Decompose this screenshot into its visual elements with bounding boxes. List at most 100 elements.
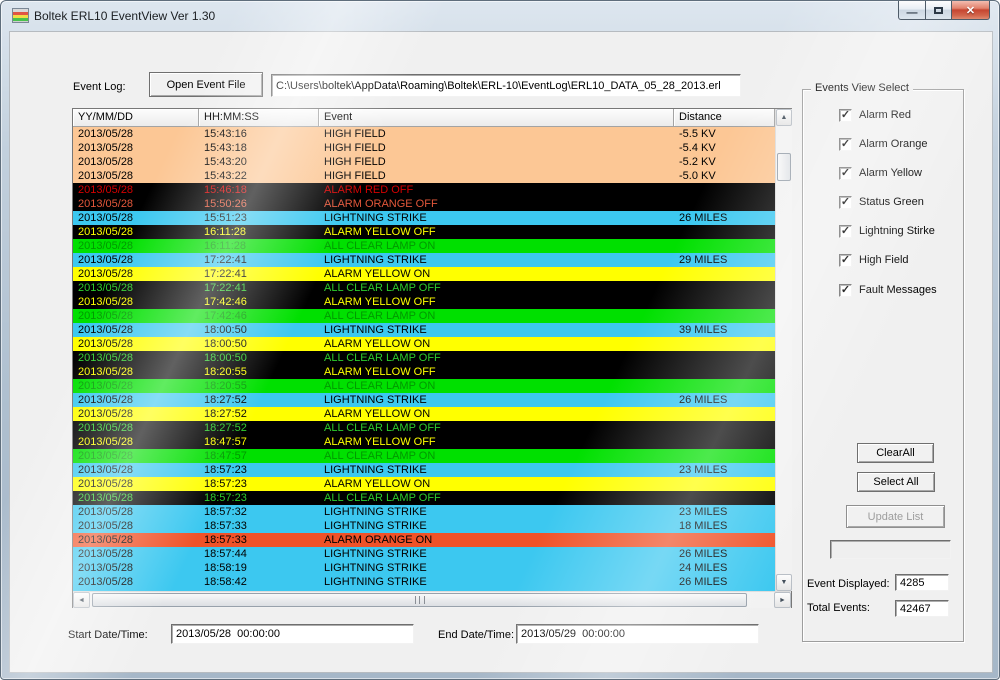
event-row[interactable]: 2013/05/2815:50:26ALARM ORANGE OFF: [73, 197, 775, 211]
cell-date: 2013/05/28: [73, 435, 199, 449]
cell-date: 2013/05/28: [73, 533, 199, 547]
cell-distance: 26 MILES: [674, 211, 775, 225]
open-event-file-button[interactable]: Open Event File: [149, 72, 263, 97]
event-displayed-label: Event Displayed:: [807, 578, 890, 590]
column-header-event[interactable]: Event: [319, 109, 674, 127]
maximize-button[interactable]: [926, 1, 952, 20]
event-row[interactable]: 2013/05/2818:20:55ALL CLEAR LAMP ON: [73, 379, 775, 393]
cell-distance: 23 MILES: [674, 505, 775, 519]
vertical-scrollbar[interactable]: ▲ ▼: [775, 109, 792, 591]
file-path-input[interactable]: C:\Users\boltek\AppData\Roaming\Boltek\E…: [271, 74, 741, 97]
event-row[interactable]: 2013/05/2817:22:41ALL CLEAR LAMP OFF: [73, 281, 775, 295]
cell-date: 2013/05/28: [73, 547, 199, 561]
event-row[interactable]: 2013/05/2816:11:28ALARM YELLOW OFF: [73, 225, 775, 239]
horizontal-scroll-thumb[interactable]: [92, 593, 747, 607]
checkbox-icon: ✓: [839, 254, 852, 267]
end-datetime-input[interactable]: 2013/05/29 00:00:00: [516, 624, 759, 644]
event-row[interactable]: 2013/05/2818:27:52LIGHTNING STRIKE26 MIL…: [73, 393, 775, 407]
checkbox-fault-messages[interactable]: ✓ Fault Messages: [839, 283, 937, 297]
event-row[interactable]: 2013/05/2815:46:18ALARM RED OFF: [73, 183, 775, 197]
event-row[interactable]: 2013/05/2817:42:46ALARM YELLOW OFF: [73, 295, 775, 309]
scroll-down-icon[interactable]: ▼: [776, 574, 792, 591]
vertical-scroll-thumb[interactable]: [777, 153, 791, 181]
event-row[interactable]: 2013/05/2818:47:57ALARM YELLOW OFF: [73, 435, 775, 449]
cell-distance: [674, 281, 775, 295]
checkbox-lightning-strike[interactable]: ✓ Lightning Stirke: [839, 224, 935, 238]
clear-all-button[interactable]: ClearAll: [857, 443, 934, 463]
event-row[interactable]: 2013/05/2816:11:28ALL CLEAR LAMP ON: [73, 239, 775, 253]
cell-event: ALARM YELLOW ON: [319, 267, 674, 281]
checkbox-alarm-red[interactable]: ✓ Alarm Red: [839, 108, 911, 122]
cell-time: 18:00:50: [199, 337, 319, 351]
cell-time: 17:22:41: [199, 281, 319, 295]
titlebar[interactable]: Boltek ERL10 EventView Ver 1.30 — ✕: [1, 1, 999, 31]
cell-distance: [674, 421, 775, 435]
scroll-up-icon[interactable]: ▲: [776, 109, 792, 126]
column-header-distance[interactable]: Distance: [674, 109, 775, 127]
event-row[interactable]: 2013/05/2817:42:46ALL CLEAR LAMP ON: [73, 309, 775, 323]
cell-time: 18:57:23: [199, 463, 319, 477]
event-row[interactable]: 2013/05/2818:47:57ALL CLEAR LAMP ON: [73, 449, 775, 463]
cell-time: 17:22:41: [199, 253, 319, 267]
cell-time: 18:58:42: [199, 575, 319, 589]
event-row[interactable]: 2013/05/2818:27:52ALARM YELLOW ON: [73, 407, 775, 421]
cell-distance: [674, 351, 775, 365]
event-row[interactable]: 2013/05/2818:00:50ALL CLEAR LAMP OFF: [73, 351, 775, 365]
event-row[interactable]: 2013/05/2817:22:41LIGHTNING STRIKE29 MIL…: [73, 253, 775, 267]
event-row[interactable]: 2013/05/2818:00:50ALARM YELLOW ON: [73, 337, 775, 351]
cell-distance: [674, 239, 775, 253]
event-row[interactable]: 2013/05/2818:57:33ALARM ORANGE ON: [73, 533, 775, 547]
cell-distance: [674, 407, 775, 421]
cell-date: 2013/05/28: [73, 519, 199, 533]
app-root: Boltek ERL10 EventView Ver 1.30 — ✕ Even…: [0, 0, 1000, 680]
status-box: [830, 540, 951, 559]
event-row[interactable]: 2013/05/2818:57:33LIGHTNING STRIKE18 MIL…: [73, 519, 775, 533]
minimize-icon: —: [907, 10, 918, 16]
cell-event: ALARM ORANGE ON: [319, 533, 674, 547]
start-datetime-input[interactable]: 2013/05/28 00:00:00: [171, 624, 414, 644]
cell-date: 2013/05/28: [73, 505, 199, 519]
group-title: Events View Select: [811, 82, 913, 94]
event-row[interactable]: 2013/05/2815:51:23LIGHTNING STRIKE26 MIL…: [73, 211, 775, 225]
cell-event: ALARM YELLOW ON: [319, 337, 674, 351]
event-row[interactable]: 2013/05/2815:43:22HIGH FIELD-5.0 KV: [73, 169, 775, 183]
cell-date: 2013/05/28: [73, 127, 199, 141]
checkbox-high-field[interactable]: ✓ High Field: [839, 253, 909, 267]
cell-time: 18:27:52: [199, 407, 319, 421]
cell-distance: [674, 435, 775, 449]
event-row[interactable]: 2013/05/2818:20:55ALARM YELLOW OFF: [73, 365, 775, 379]
close-button[interactable]: ✕: [952, 1, 990, 20]
select-all-button[interactable]: Select All: [857, 472, 935, 492]
event-row[interactable]: 2013/05/2818:57:44LIGHTNING STRIKE26 MIL…: [73, 547, 775, 561]
cell-date: 2013/05/28: [73, 155, 199, 169]
cell-time: 18:27:52: [199, 393, 319, 407]
event-log-label: Event Log:: [73, 81, 126, 93]
event-row[interactable]: 2013/05/2818:00:50LIGHTNING STRIKE39 MIL…: [73, 323, 775, 337]
minimize-button[interactable]: —: [898, 1, 926, 20]
scroll-left-icon[interactable]: ◄: [73, 592, 90, 608]
event-row[interactable]: 2013/05/2818:57:23ALARM YELLOW ON: [73, 477, 775, 491]
event-row[interactable]: 2013/05/2818:58:42LIGHTNING STRIKE26 MIL…: [73, 575, 775, 589]
checkbox-alarm-yellow[interactable]: ✓ Alarm Yellow: [839, 166, 922, 180]
cell-date: 2013/05/28: [73, 561, 199, 575]
cell-time: 18:57:44: [199, 547, 319, 561]
event-row[interactable]: 2013/05/2818:57:23LIGHTNING STRIKE23 MIL…: [73, 463, 775, 477]
checkbox-status-green[interactable]: ✓ Status Green: [839, 195, 924, 209]
checkbox-alarm-orange[interactable]: ✓ Alarm Orange: [839, 137, 927, 151]
cell-distance: [674, 337, 775, 351]
event-row[interactable]: 2013/05/2818:27:52ALL CLEAR LAMP OFF: [73, 421, 775, 435]
cell-distance: -5.5 KV: [674, 127, 775, 141]
maximize-icon: [934, 7, 943, 14]
scroll-right-icon[interactable]: ►: [774, 592, 791, 608]
event-row[interactable]: 2013/05/2817:22:41ALARM YELLOW ON: [73, 267, 775, 281]
event-row[interactable]: 2013/05/2818:57:23ALL CLEAR LAMP OFF: [73, 491, 775, 505]
cell-distance: [674, 379, 775, 393]
horizontal-scrollbar[interactable]: ◄ ►: [73, 591, 791, 608]
column-header-date[interactable]: YY/MM/DD: [73, 109, 199, 127]
event-row[interactable]: 2013/05/2815:43:18HIGH FIELD-5.4 KV: [73, 141, 775, 155]
event-row[interactable]: 2013/05/2815:43:20HIGH FIELD-5.2 KV: [73, 155, 775, 169]
event-row[interactable]: 2013/05/2815:43:16HIGH FIELD-5.5 KV: [73, 127, 775, 141]
column-header-time[interactable]: HH:MM:SS: [199, 109, 319, 127]
event-row[interactable]: 2013/05/2818:57:32LIGHTNING STRIKE23 MIL…: [73, 505, 775, 519]
event-row[interactable]: 2013/05/2818:58:19LIGHTNING STRIKE24 MIL…: [73, 561, 775, 575]
